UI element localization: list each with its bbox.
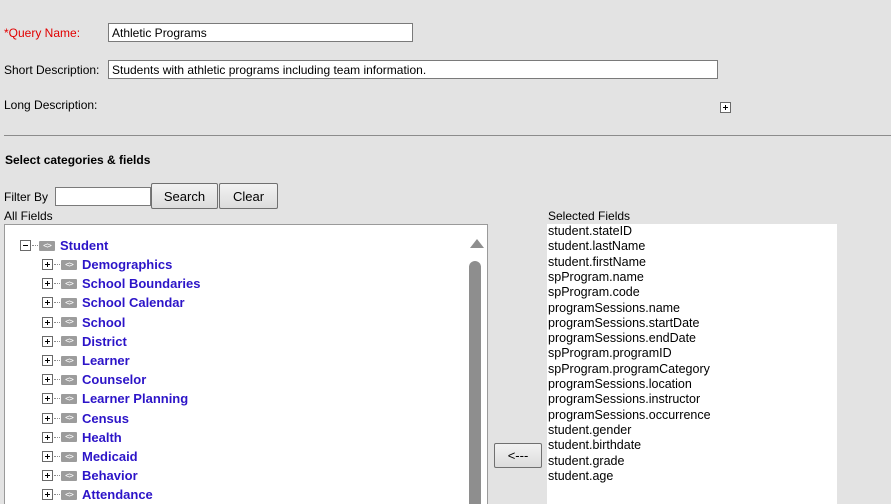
folder-node-icon: <> [61,374,77,385]
folder-node-icon: <> [39,240,55,251]
tree-node-label: Census [82,410,129,426]
long-description-label: Long Description: [4,98,98,112]
selected-field-item[interactable]: programSessions.startDate [548,316,699,330]
tree-node[interactable]: <> Demographics [42,255,172,274]
tree-node[interactable]: <> District [42,332,127,351]
selected-field-item[interactable]: student.gender [548,423,631,437]
expand-icon[interactable] [42,431,53,443]
scrollbar-thumb[interactable] [469,261,481,504]
tree-node[interactable]: <> Attendance [42,485,153,504]
tree-node[interactable]: <> Learner Planning [42,389,188,408]
selected-field-item[interactable]: spProgram.code [548,285,640,299]
expand-icon[interactable] [42,451,53,462]
tree-node-label: Medicaid [82,449,138,464]
query-name-input[interactable] [108,23,413,42]
tree-node[interactable]: <> School [42,313,125,332]
expand-icon[interactable] [42,412,53,424]
collapse-icon[interactable] [20,240,31,251]
filter-label: Filter By [4,190,49,204]
tree-node[interactable]: <> School Calendar [42,293,185,312]
selected-fields-label: Selected Fields [548,209,631,223]
tree-node-label: Counselor [82,372,147,388]
selected-field-item[interactable]: spProgram.programID [548,346,672,360]
expand-icon[interactable] [42,489,53,501]
expand-icon[interactable] [42,297,53,309]
folder-node-icon: <> [61,393,77,404]
folder-node-icon: <> [61,259,77,270]
tree-node[interactable]: <> Behavior [42,466,138,485]
tree-node[interactable]: <> Learner [42,351,130,370]
selected-field-item[interactable]: student.birthdate [548,438,641,452]
folder-node-icon: <> [61,451,77,462]
tree-node-label: Attendance [82,487,153,503]
selected-field-item[interactable]: programSessions.instructor [548,392,700,406]
remove-field-button[interactable]: <--- [494,443,542,468]
expand-icon[interactable] [42,259,53,270]
selected-field-item[interactable]: programSessions.name [548,301,680,315]
tree-node-label: Behavior [82,468,138,484]
selected-field-item[interactable]: programSessions.endDate [548,331,696,345]
tree-node-label: School Calendar [82,295,185,311]
short-description-input[interactable] [108,60,718,79]
tree-node-student[interactable]: <> Student [20,236,108,255]
folder-node-icon: <> [61,278,77,289]
folder-node-icon: <> [61,336,77,347]
expand-long-description-icon[interactable] [720,102,731,113]
tree-node-label: Learner Planning [82,391,189,407]
tree-node-label: Demographics [82,257,173,272]
folder-node-icon: <> [61,432,77,443]
expand-icon[interactable] [42,316,53,328]
all-fields-tree[interactable]: <> Student <> Demographics <> School Bounda… [4,224,488,504]
folder-node-icon: <> [61,317,77,328]
selected-field-item[interactable]: student.age [548,469,613,483]
tree-node-label: Health [82,429,122,445]
filter-input[interactable] [55,187,151,206]
expand-icon[interactable] [42,393,53,405]
tree-node[interactable]: <> Counselor [42,370,146,389]
folder-node-icon: <> [61,489,77,500]
folder-node-icon: <> [61,413,77,424]
selected-field-item[interactable]: student.stateID [548,224,632,238]
selected-field-item[interactable]: programSessions.occurrence [548,408,711,422]
clear-button[interactable]: Clear [219,183,278,209]
tree-node[interactable]: <> Medicaid [42,447,138,466]
selected-field-item[interactable]: student.firstName [548,255,646,269]
folder-node-icon: <> [61,355,77,366]
folder-node-icon: <> [61,470,77,481]
query-name-label: *Query Name: [4,26,81,40]
expand-icon[interactable] [42,374,53,386]
search-button[interactable]: Search [151,183,218,209]
tree-node-label: District [82,333,127,349]
tree-node-label: Learner [82,353,130,368]
expand-icon[interactable] [42,335,53,347]
tree-node-label: School Boundaries [82,276,201,292]
expand-icon[interactable] [42,470,53,482]
section-title: Select categories & fields [5,153,151,167]
selected-field-item[interactable]: programSessions.location [548,377,692,391]
selected-fields-list[interactable]: student.stateID student.lastName student.f… [547,224,837,504]
short-description-label: Short Description: [4,63,100,77]
expand-icon[interactable] [42,278,53,290]
tree-node[interactable]: <> School Boundaries [42,274,200,293]
tree-node-label: Student [60,238,109,253]
selected-field-item[interactable]: spProgram.programCategory [548,362,710,376]
expand-icon[interactable] [42,355,53,366]
folder-node-icon: <> [61,297,77,308]
selected-field-item[interactable]: student.grade [548,454,624,468]
selected-field-item[interactable]: student.lastName [548,239,645,253]
tree-node[interactable]: <> Census [42,409,129,428]
tree-node-label: School [82,314,126,330]
all-fields-label: All Fields [4,209,53,223]
scroll-up-icon[interactable] [470,239,484,248]
tree-node[interactable]: <> Health [42,428,122,447]
section-divider [4,135,891,136]
selected-field-item[interactable]: spProgram.name [548,270,644,284]
